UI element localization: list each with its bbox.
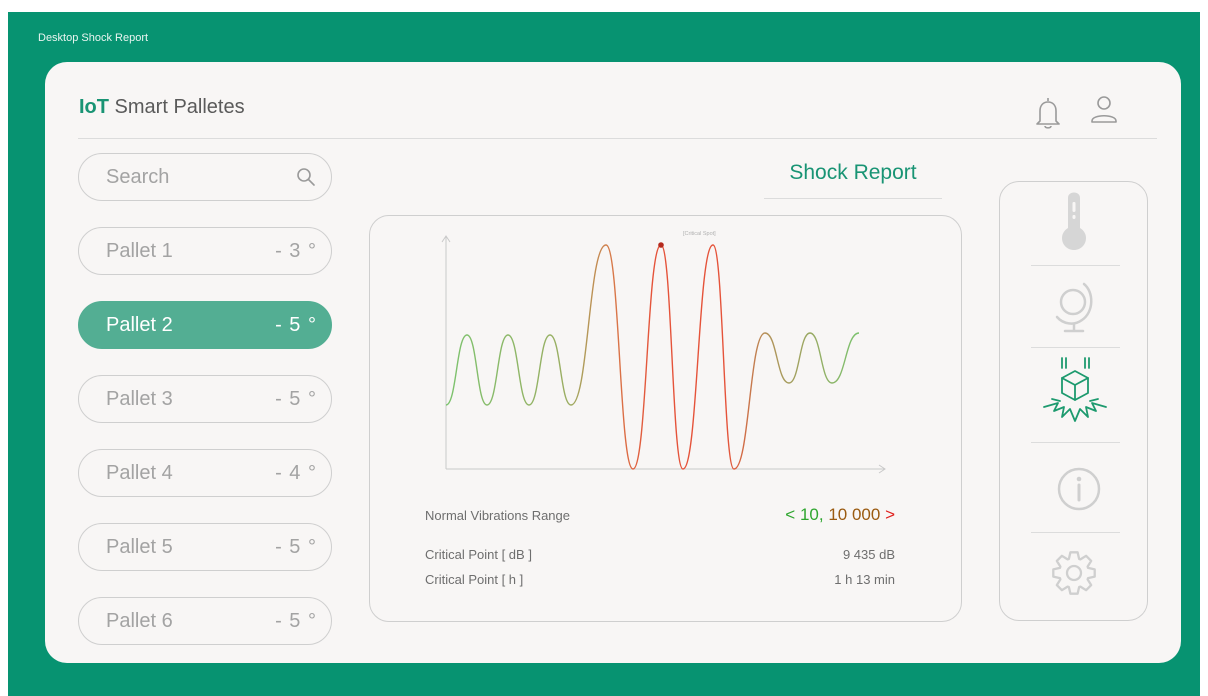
pallet-tilt: - 3 °	[275, 239, 317, 262]
critical-db-label: Critical Point [ dB ]	[425, 547, 532, 562]
range-high: 10 000	[828, 505, 881, 524]
pallet-tilt: - 5 °	[275, 313, 317, 336]
critical-h-row: Critical Point [ h ] 1 h 13 min	[425, 572, 895, 587]
critical-db-value: 9 435 dB	[842, 547, 895, 562]
critical-h-label: Critical Point [ h ]	[425, 572, 524, 587]
pallet-tilt: - 5 °	[275, 387, 317, 410]
range-low: < 10,	[785, 505, 824, 524]
critical-db-row: Critical Point [ dB ] 9 435 dB	[425, 547, 895, 562]
pallet-item-5[interactable]: Pallet 5 - 5 °	[78, 523, 332, 571]
thermometer-icon[interactable]	[1056, 192, 1092, 254]
app-title: IoT Smart Palletes	[79, 96, 245, 119]
side-nav-divider	[1031, 265, 1120, 266]
shock-box-icon[interactable]	[1040, 355, 1110, 431]
pallet-item-6[interactable]: Pallet 6 - 5 °	[78, 597, 332, 645]
pallet-item-3[interactable]: Pallet 3 - 5 °	[78, 375, 332, 423]
info-icon[interactable]	[1055, 465, 1103, 513]
chart-axes	[441, 235, 886, 474]
vibration-wave	[445, 244, 860, 470]
pallet-name: Pallet 4	[106, 461, 173, 484]
brand-bold: IoT	[79, 96, 109, 118]
pallet-item-4[interactable]: Pallet 4 - 4 °	[78, 449, 332, 497]
critical-point-marker	[658, 242, 664, 248]
pallet-name: Pallet 3	[106, 387, 173, 410]
globe-icon[interactable]	[1052, 280, 1098, 336]
range-label: Normal Vibrations Range	[425, 507, 570, 523]
pallet-tilt: - 4 °	[275, 461, 317, 484]
pallet-tilt: - 5 °	[275, 609, 317, 632]
pallet-name: Pallet 6	[106, 609, 173, 632]
search-placeholder: Search	[106, 165, 170, 188]
bell-icon[interactable]	[1034, 95, 1062, 131]
header-divider	[78, 138, 1157, 139]
side-nav-divider	[1031, 442, 1120, 443]
settings-gear-icon[interactable]	[1048, 547, 1100, 599]
critical-spot-label: [Critical Spot]	[683, 231, 716, 237]
window-title: Desktop Shock Report	[38, 32, 149, 44]
pallet-item-1[interactable]: Pallet 1 - 3 °	[78, 227, 332, 275]
pallet-item-2[interactable]: Pallet 2 - 5 °	[78, 301, 332, 349]
side-nav-divider	[1031, 347, 1120, 348]
critical-h-value: 1 h 13 min	[834, 572, 895, 587]
user-icon[interactable]	[1089, 95, 1119, 127]
pallet-name: Pallet 2	[106, 313, 173, 336]
search-icon[interactable]	[295, 166, 317, 188]
pallet-name: Pallet 1	[106, 239, 173, 262]
report-title: Shock Report	[789, 161, 917, 184]
range-value: < 10, 10 000 >	[785, 505, 895, 525]
pallet-tilt: - 5 °	[275, 535, 317, 558]
side-nav-divider	[1031, 532, 1120, 533]
range-close: >	[885, 505, 895, 524]
search-input[interactable]: Search	[78, 153, 332, 201]
pallet-name: Pallet 5	[106, 535, 173, 558]
normal-range-row: Normal Vibrations Range < 10, 10 000 >	[425, 505, 895, 525]
brand-name: Smart Palletes	[109, 96, 245, 118]
report-title-underline	[764, 198, 942, 199]
